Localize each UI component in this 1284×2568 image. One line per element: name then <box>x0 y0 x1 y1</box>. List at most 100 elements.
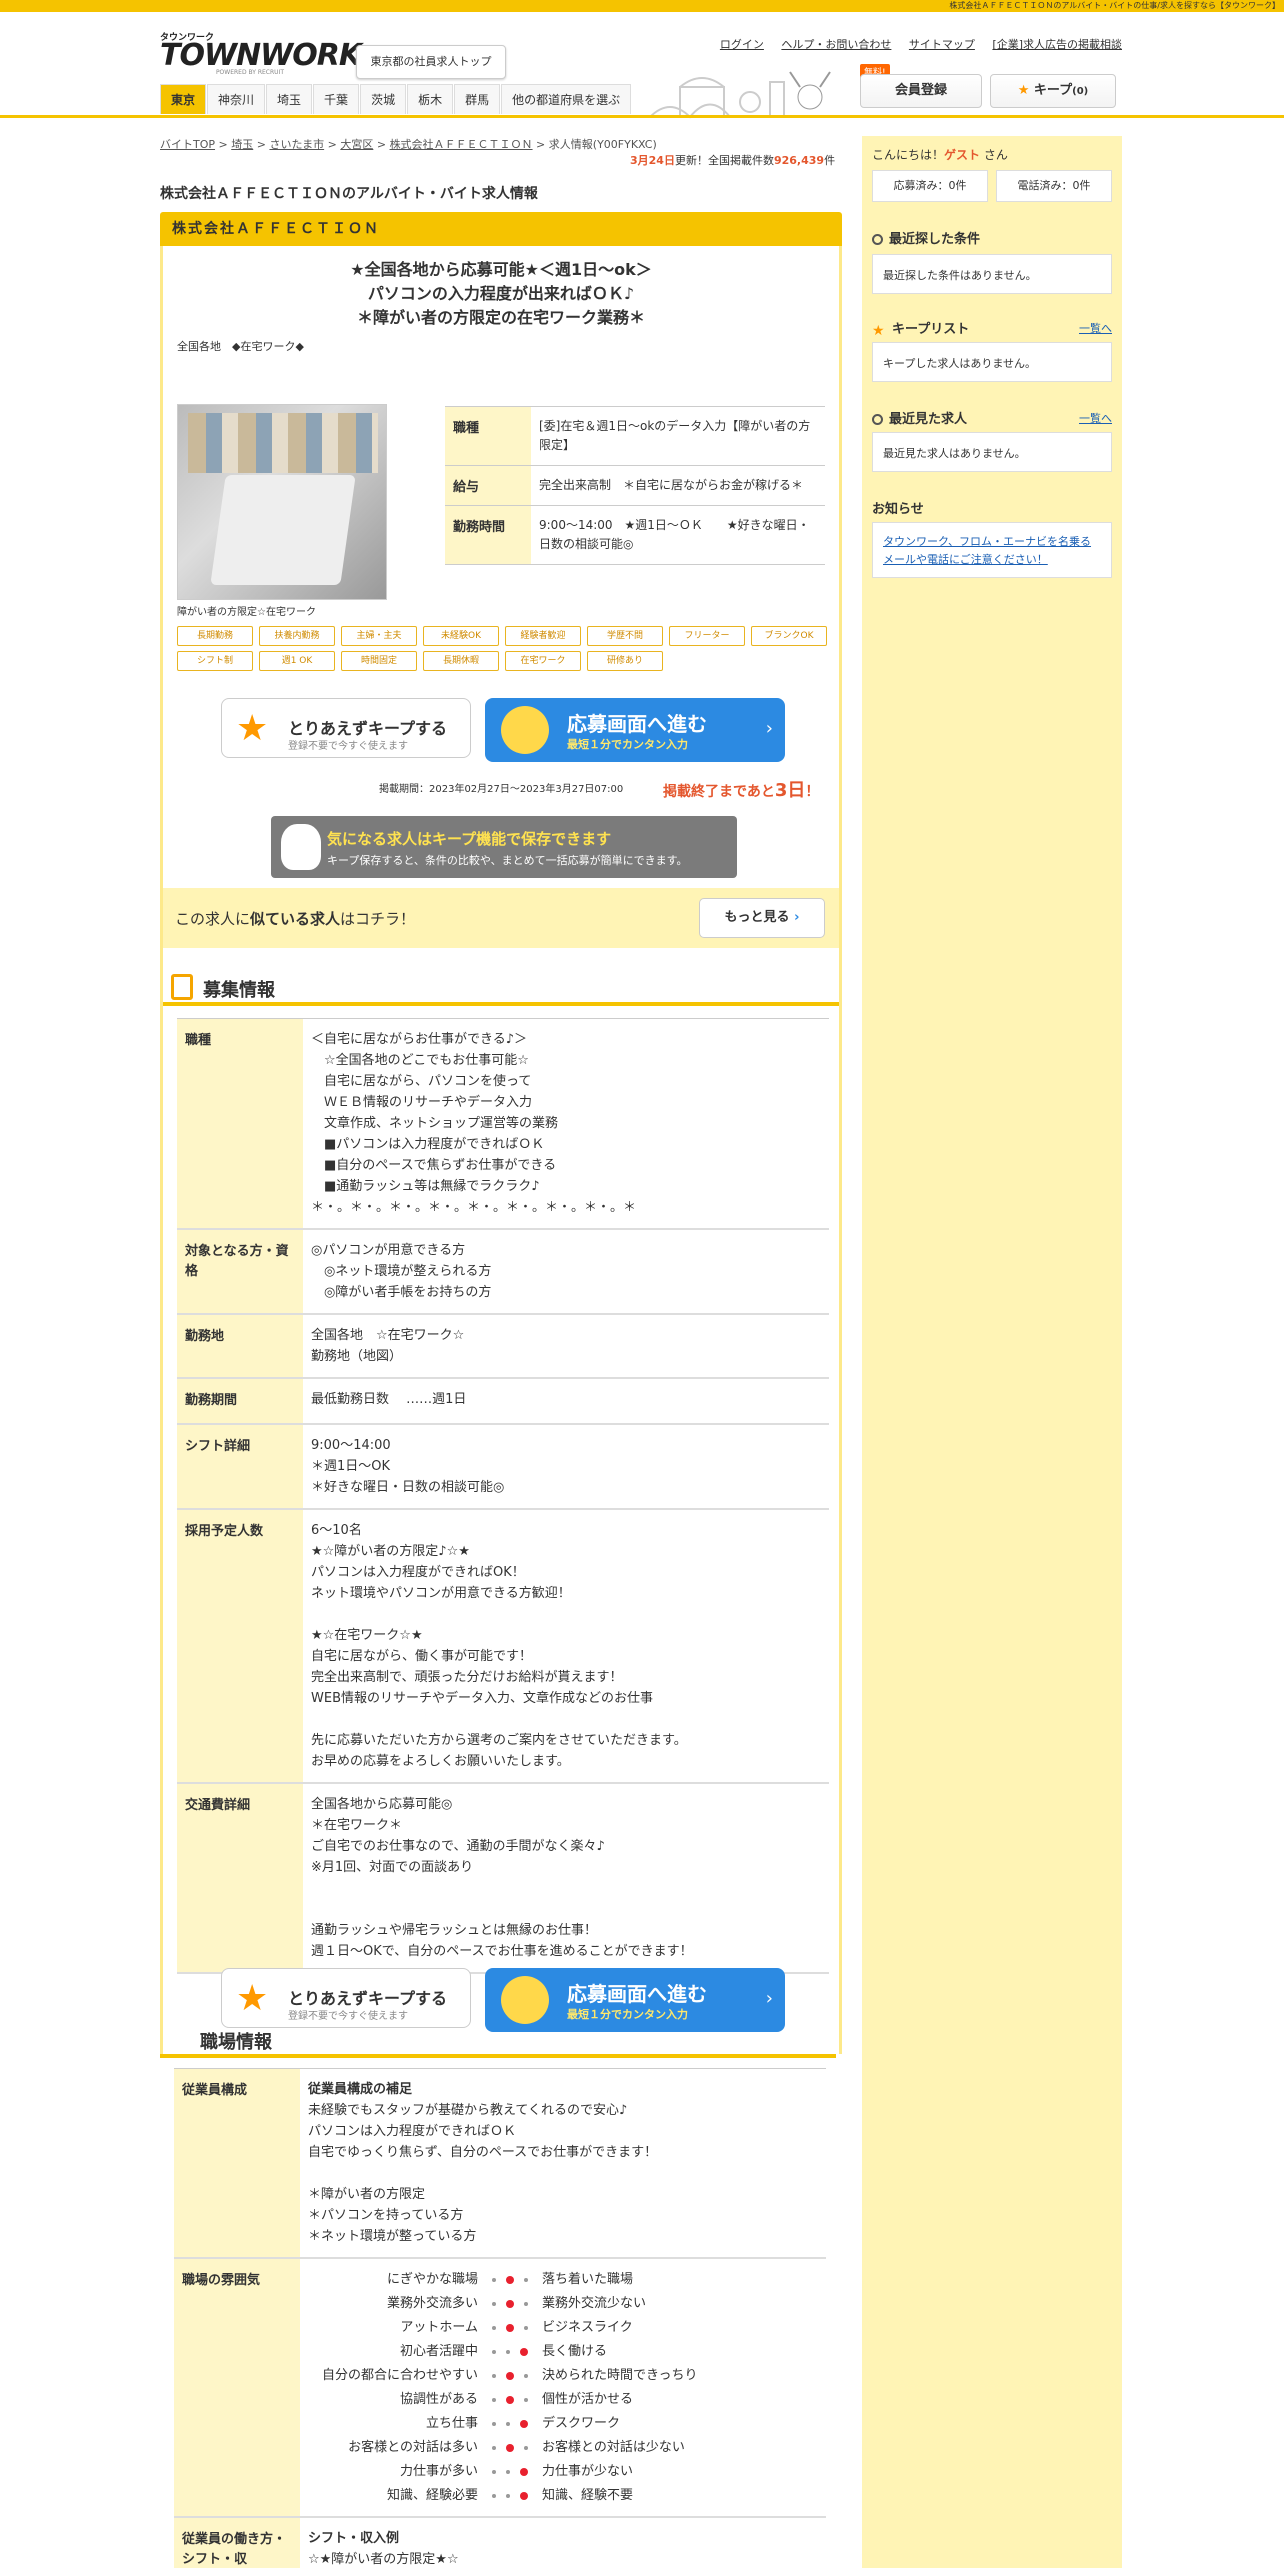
similar-pre: この求人に <box>175 910 251 928</box>
atmosphere-dots <box>478 2413 542 2434</box>
atmosphere-dot <box>524 2301 528 2306</box>
total-count: 926,439 <box>773 154 825 167</box>
breadcrumb-current: 求人情報(Y00FYKXC) <box>548 138 657 151</box>
see-more-button[interactable]: もっと見る › <box>699 898 825 938</box>
update-info: 3月24日更新！全国掲載件数926,439件 <box>630 152 835 168</box>
recruit-section-title: 募集情報 <box>203 980 275 1001</box>
breadcrumb-baito-top[interactable]: バイトTOP <box>160 138 215 151</box>
similar-post: はコチラ！ <box>340 910 416 928</box>
nav-tab-gunma[interactable]: 群馬 <box>454 84 501 114</box>
feature-tag: 長期休暇 <box>423 651 499 671</box>
staff-text: 未経験でもスタッフが基礎から教えてくれるので安心♪ パソコンは入力程度ができれば… <box>308 2103 658 2244</box>
breadcrumb-saitama-city[interactable]: さいたま市 <box>269 138 324 151</box>
atmosphere-scale: にぎやかな職場 落ち着いた職場 業務外交流多い 業務外交流少ない アットホーム ビジネスラ… <box>300 2259 826 2516</box>
atmosphere-dot <box>506 2395 514 2404</box>
count-unit: 件 <box>824 154 836 167</box>
sitemap-link[interactable]: サイトマップ <box>909 38 975 51</box>
recruit-value: 全国各地から応募可能◎ ＊在宅ワーク＊ ご自宅でのお仕事なので、通勤の手間がなく… <box>311 1797 693 1959</box>
feature-tag: 研修あり <box>587 651 663 671</box>
recruit-label: 勤務期間 <box>177 1379 303 1423</box>
recent-jobs-box: 最近見た求人はありません。 <box>872 432 1112 472</box>
atmosphere-dot <box>524 2445 528 2450</box>
recruit-label: 対象となる方・資格 <box>177 1230 303 1313</box>
atmosphere-dot <box>492 2349 496 2354</box>
recruit-row: 勤務地 全国各地 ☆在宅ワーク☆ 勤務地（地図） <box>177 1315 829 1379</box>
atmosphere-left-label: お客様との対話は多い <box>348 2440 478 2455</box>
atmosphere-right-label: 落ち着いた職場 <box>542 2272 634 2287</box>
feature-tags: 長期勤務 扶養内勤務 主婦・主夫 未経験OK 経験者歓迎 学歴不問 フリーター … <box>177 626 837 676</box>
summary-value: 完全出来高制 ＊自宅に居ながらお金が稼げる＊ <box>539 478 804 492</box>
recruit-value: 6～10名 ★☆障がい者の方限定♪☆★ パソコンは入力程度ができればOK！ ネッ… <box>311 1523 687 1769</box>
workplace-section-header: 職場情報 <box>160 2020 836 2058</box>
atmosphere-dot <box>492 2421 496 2426</box>
recruit-label: シフト詳細 <box>177 1425 303 1508</box>
keep-job-button[interactable]: ★ とりあえずキープする 登録不要で今すぐ使えます <box>221 1968 471 2028</box>
breadcrumb-saitama[interactable]: 埼玉 <box>231 138 253 151</box>
workplace-row: 従業員構成 従業員構成の補足 未経験でもスタッフが基礎から教えてくれるので安心♪… <box>174 2069 826 2259</box>
star-icon: ★ <box>236 708 269 749</box>
keeplist-title: キープリスト <box>892 322 970 337</box>
catch-line: パソコンの入力程度が出来ればＯＫ♪ <box>367 284 635 303</box>
called-count-button[interactable]: 電話済み：0件 <box>996 170 1112 202</box>
atmosphere-right-label: 個性が活かせる <box>542 2392 634 2407</box>
atmosphere-dot <box>524 2277 528 2282</box>
recent-jobs-title: 最近見た求人 <box>889 412 968 427</box>
nav-tab-kanagawa[interactable]: 神奈川 <box>207 84 266 114</box>
atmosphere-right-label: ビジネスライク <box>542 2320 633 2335</box>
nav-tab-saitama[interactable]: 埼玉 <box>266 84 313 114</box>
recruit-row: シフト詳細 9:00～14:00 ＊週1日～OK ＊好きな曜日・日数の相談可能◎ <box>177 1425 829 1510</box>
tokyo-jobs-button[interactable]: 東京都の社員求人トップ <box>356 45 506 79</box>
feature-tag: 未経験OK <box>423 626 499 646</box>
townwork-logo[interactable]: タウンワーク TOWNWORK POWERED BY RECRUIT <box>160 30 362 76</box>
greet-post: さん <box>983 148 1008 162</box>
keep-job-button[interactable]: ★ とりあえずキープする 登録不要で今すぐ使えます <box>221 698 471 758</box>
atmosphere-dots <box>478 2269 542 2290</box>
feature-tag: 週1 OK <box>259 651 335 671</box>
nav-tab-other-prefectures[interactable]: 他の都道府県を選ぶ <box>501 84 632 114</box>
help-link[interactable]: ヘルプ・お問い合わせ <box>781 38 891 51</box>
recruit-label: 職種 <box>177 1019 303 1228</box>
summary-row: 給与 完全出来高制 ＊自宅に居ながらお金が稼げる＊ <box>445 466 825 506</box>
applied-count-button[interactable]: 応募済み：0件 <box>872 170 988 202</box>
workplace-value: 従業員構成の補足 未経験でもスタッフが基礎から教えてくれるので安心♪ パソコンは… <box>300 2069 826 2257</box>
atmosphere-dot <box>492 2301 496 2306</box>
feature-tag: 長期勤務 <box>177 626 253 646</box>
summary-label: 給与 <box>445 466 531 505</box>
atmosphere-dots <box>478 2341 542 2362</box>
job-summary-table: 職種 [委]在宅＆週1日～okのデータ入力【障がい者の方限定】 給与 完全出来高制 … <box>445 406 825 565</box>
notice-link[interactable]: タウンワーク、フロム・エーナビを名乗るメールや電話にご注意ください！ <box>872 522 1112 578</box>
photo-caption: 障がい者の方限定☆在宅ワーク <box>177 607 316 618</box>
breadcrumb-omiya[interactable]: 大宮区 <box>340 138 373 151</box>
atmosphere-dots <box>478 2293 542 2314</box>
nav-tab-ibaraki[interactable]: 茨城 <box>360 84 407 114</box>
apply-button[interactable]: 応募画面へ進む 最短１分でカンタン入力 › <box>485 698 785 762</box>
logo-text: TOWNWORK <box>160 38 362 73</box>
login-link[interactable]: ログイン <box>720 38 764 51</box>
summary-label: 勤務時間 <box>445 506 531 564</box>
ad-inquiry-link[interactable]: [企業]求人広告の掲載相談 <box>992 38 1122 51</box>
catch-line: ＊障がい者の方限定の在宅ワーク業務＊ <box>356 308 645 327</box>
similar-jobs-text: この求人に似ている求人はコチラ！ <box>175 908 415 929</box>
summary-label: 職種 <box>445 407 531 465</box>
keep-feature-banner[interactable]: 気になる求人はキープ機能で保存できます キープ保存すると、条件の比較や、まとめて… <box>271 816 737 878</box>
feature-tag: 主婦・主夫 <box>341 626 417 646</box>
nav-tab-tochigi[interactable]: 栃木 <box>407 84 454 114</box>
recent-jobs-link[interactable]: 一覧へ <box>1079 410 1112 426</box>
atmosphere-right-label: お客様との対話は少ない <box>542 2440 685 2455</box>
atmosphere-left-label: 立ち仕事 <box>425 2416 478 2431</box>
company-name-header[interactable]: 株式会社ＡＦＦＥＣＴＩＯＮ <box>160 212 842 246</box>
breadcrumb-company[interactable]: 株式会社ＡＦＦＥＣＴＩＯＮ <box>390 138 533 151</box>
atmosphere-dot <box>506 2371 514 2380</box>
recent-conditions-heading: 最近探した条件 <box>872 228 980 247</box>
keeplist-link[interactable]: 一覧へ <box>1079 320 1112 336</box>
remain-days: 3日 <box>774 780 806 801</box>
summary-row: 勤務時間 9:00～14:00 ★週1日～ＯＫ ★好きな曜日・日数の相談可能◎ <box>445 506 825 565</box>
breadcrumb: バイトTOP > 埼玉 > さいたま市 > 大宮区 > 株式会社ＡＦＦＥＣＴＩＯ… <box>160 138 657 151</box>
apply-label: 応募画面へ進む <box>567 1982 707 2006</box>
nav-tab-tokyo[interactable]: 東京 <box>160 84 207 114</box>
nav-tab-chiba[interactable]: 千葉 <box>313 84 360 114</box>
recruit-section-header: 募集情報 <box>163 968 839 1006</box>
atmosphere-grid: にぎやかな職場 落ち着いた職場 業務外交流多い 業務外交流少ない アットホーム ビジネスラ… <box>308 2269 818 2506</box>
atmosphere-right-label: 業務外交流少ない <box>542 2296 647 2311</box>
atmosphere-left-label: 自分の都合に合わせやすい <box>321 2368 478 2383</box>
